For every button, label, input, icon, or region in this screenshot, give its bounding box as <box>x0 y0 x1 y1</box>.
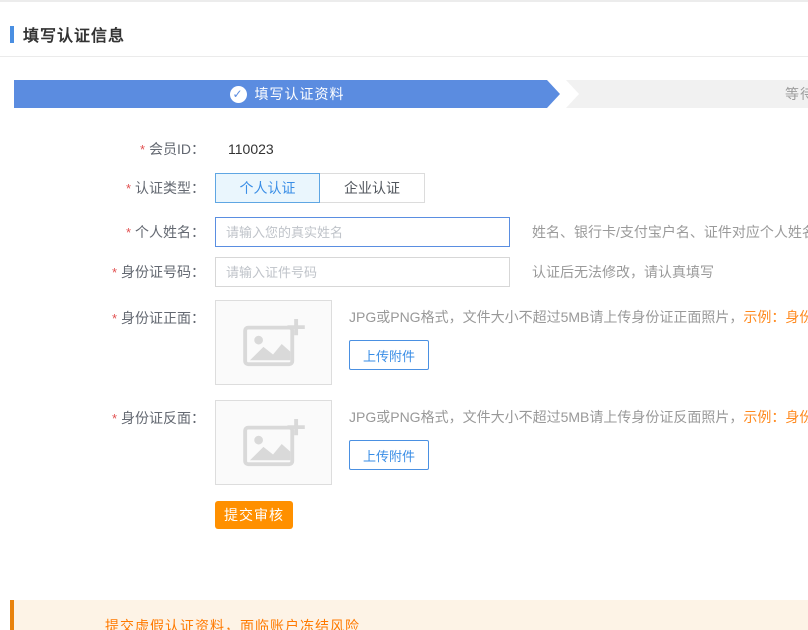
image-placeholder-icon <box>243 318 305 368</box>
id-front-example-link[interactable]: 示例：身份证正面.png <box>743 309 808 325</box>
id-number-row: *身份证号码： 认证后无法修改，请认真填写 <box>0 257 808 287</box>
real-name-hint: 姓名、银行卡/支付宝户名、证件对应个人姓名必须一致 <box>532 222 808 242</box>
id-front-label: *身份证正面： <box>0 308 205 328</box>
check-icon: ✓ <box>230 86 247 103</box>
required-mark: * <box>112 411 117 426</box>
id-front-row: *身份证正面： JPG或PNG格式，文件大小不超过5MB请上传身份证正面照片，示… <box>0 300 808 385</box>
step-current-fill-auth-info: ✓ 填写认证资料 <box>14 80 560 108</box>
warning-banner: 提交虚假认证资料，面临账户冻结风险 <box>10 600 808 630</box>
submit-row: 提交审核 <box>0 501 808 529</box>
step-next-wait-review: 等待审核 <box>566 80 808 108</box>
title-accent-bar <box>10 26 14 43</box>
step-progress-bar: ✓ 填写认证资料 等待审核 <box>14 80 808 108</box>
tab-personal-auth[interactable]: 个人认证 <box>215 173 320 203</box>
required-mark: * <box>126 181 131 196</box>
page-title: 填写认证信息 <box>23 22 125 46</box>
tab-enterprise-auth[interactable]: 企业认证 <box>320 173 425 203</box>
page-header: 填写认证信息 <box>10 24 808 44</box>
member-id-row: *会员ID： 110023 <box>0 139 808 159</box>
id-back-label: *身份证反面： <box>0 408 205 428</box>
id-front-upload-box[interactable] <box>215 300 332 385</box>
header-divider <box>0 56 808 57</box>
id-back-upload-button[interactable]: 上传附件 <box>349 440 429 470</box>
image-placeholder-icon <box>243 418 305 468</box>
real-name-label: *个人姓名： <box>0 222 205 242</box>
id-back-example-link[interactable]: 示例：身份证反面.png <box>743 409 808 425</box>
auth-type-label: *认证类型： <box>0 178 205 198</box>
id-front-hint: JPG或PNG格式，文件大小不超过5MB请上传身份证正面照片，示例：身份证正面.… <box>349 307 808 327</box>
step-current-label: 填写认证资料 <box>255 84 345 104</box>
member-id-label: *会员ID： <box>0 139 205 159</box>
id-number-input[interactable] <box>215 257 510 287</box>
auth-type-row: *认证类型： 个人认证 企业认证 <box>0 173 808 203</box>
submit-review-button[interactable]: 提交审核 <box>215 501 293 529</box>
required-mark: * <box>140 142 145 157</box>
id-back-hint: JPG或PNG格式，文件大小不超过5MB请上传身份证反面照片，示例：身份证反面.… <box>349 407 808 427</box>
step-next-label: 等待审核 <box>785 84 808 104</box>
required-mark: * <box>112 265 117 280</box>
id-number-hint: 认证后无法修改，请认真填写 <box>532 262 714 282</box>
required-mark: * <box>126 225 131 240</box>
id-back-upload-box[interactable] <box>215 400 332 485</box>
verification-form: *会员ID： 110023 *认证类型： 个人认证 企业认证 *个人姓名： 姓名… <box>0 139 808 529</box>
id-back-row: *身份证反面： JPG或PNG格式，文件大小不超过5MB请上传身份证反面照片，示… <box>0 400 808 485</box>
verification-page: 填写认证信息 ✓ 填写认证资料 等待审核 *会员ID： 110023 *认证类型… <box>0 0 808 630</box>
real-name-input[interactable] <box>215 217 510 247</box>
real-name-row: *个人姓名： 姓名、银行卡/支付宝户名、证件对应个人姓名必须一致 <box>0 217 808 247</box>
warning-text: 提交虚假认证资料，面临账户冻结风险 <box>105 618 360 630</box>
id-number-label: *身份证号码： <box>0 262 205 282</box>
required-mark: * <box>112 311 117 326</box>
id-front-upload-button[interactable]: 上传附件 <box>349 340 429 370</box>
member-id-value: 110023 <box>228 141 274 157</box>
